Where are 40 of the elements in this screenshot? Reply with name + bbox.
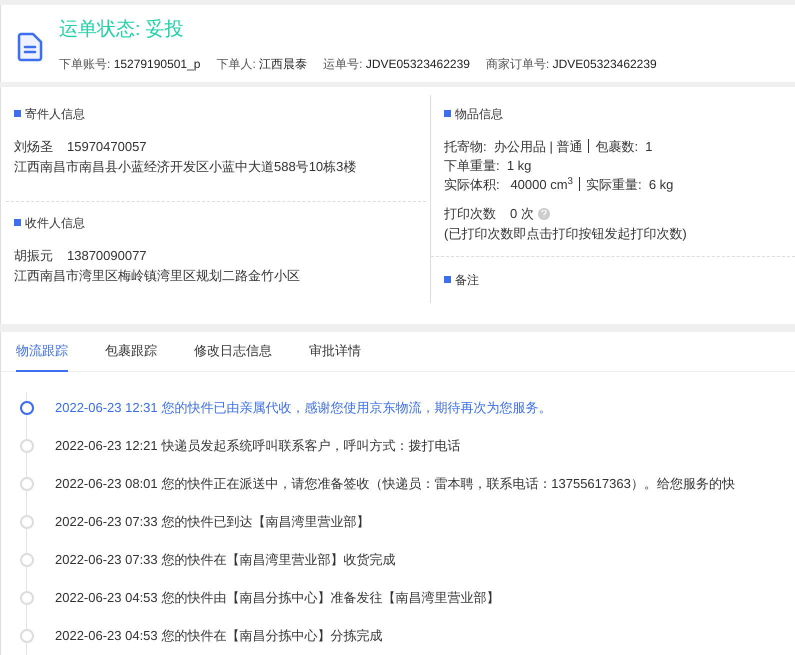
tracking-event: 2022-06-23 04:53 您的快件由【南昌分拣中心】准备发往【南昌湾里营业部】 bbox=[55, 589, 500, 608]
address: 江西南昌市湾里区梅岭镇湾里区规划二路金竹小区 bbox=[14, 266, 301, 285]
print-note: (已打印次数即点击打印按钮发起打印次数) bbox=[444, 224, 688, 243]
section-title: 备注 bbox=[455, 272, 479, 289]
goods-detail: 实际体积: 40000 cm$^{3}$ bbox=[444, 174, 573, 194]
tab[interactable]: 修改日志信息 bbox=[194, 332, 272, 372]
tracking-event: 2022-06-23 08:01 您的快件正在派送中，请您准备签收（快递员：雷本聘，联系电话：13755617363）。给您服务的快 bbox=[55, 475, 735, 494]
section-title: 物品信息 bbox=[455, 106, 503, 123]
section-marker-icon bbox=[444, 276, 451, 284]
meta-field: 下单人: 江西晨泰 bbox=[216, 55, 308, 73]
tracking-event: 2022-06-23 12:31 您的快件已由亲属代收，感谢您使用京东物流，期待再次为您服务。 bbox=[55, 399, 552, 418]
goods-detail: 下单重量: 1 kg bbox=[444, 156, 532, 175]
goods-detail: 包裹数: 1 bbox=[595, 138, 653, 156]
tracking-event: 2022-06-23 07:33 您的快件已到达【南昌湾里营业部】 bbox=[55, 513, 370, 532]
goods-detail: 托寄物: 办公用品 | 普通 bbox=[444, 138, 582, 156]
document-icon bbox=[17, 32, 45, 62]
section-title: 收件人信息 bbox=[25, 214, 85, 232]
meta-field: 下单账号: 15279190501_p bbox=[59, 55, 200, 73]
tracking-event: 2022-06-23 04:53 您的快件在【南昌分拣中心】分拣完成 bbox=[55, 627, 382, 646]
phone-number: 15970470057 bbox=[67, 138, 147, 156]
tab[interactable]: 物流跟踪 bbox=[16, 332, 68, 372]
goods-detail: 实际重量: 6 kg bbox=[586, 176, 674, 194]
section-title: 寄件人信息 bbox=[25, 106, 85, 123]
section-marker-icon bbox=[444, 110, 451, 118]
section-marker-icon bbox=[14, 110, 21, 118]
tab[interactable]: 审批详情 bbox=[309, 332, 361, 372]
meta-field: 运单号: JDVE05323462239 bbox=[323, 55, 470, 73]
phone-number: 13870090077 bbox=[67, 246, 147, 265]
help-icon[interactable] bbox=[538, 208, 550, 220]
tracking-event: 2022-06-23 12:21 快递员发起系统呼叫联系客户，呼叫方式：拨打电话 bbox=[55, 437, 460, 456]
person-name: 胡振元 bbox=[14, 246, 53, 265]
waybill-status: 运单状态: 妥投 bbox=[59, 18, 185, 42]
person-name: 刘炀圣 bbox=[14, 138, 53, 156]
tracking-event: 2022-06-23 07:33 您的快件在【南昌湾里营业部】收货完成 bbox=[55, 551, 396, 570]
print-count: 0 次 bbox=[510, 204, 534, 223]
print-count-label: 打印次数 bbox=[444, 204, 496, 223]
address: 江西南昌市南昌县小蓝经济开发区小蓝中大道588号10栋3楼 bbox=[14, 158, 358, 176]
tab[interactable]: 包裹跟踪 bbox=[105, 332, 157, 372]
meta-field: 商家订单号: JDVE05323462239 bbox=[486, 55, 657, 73]
section-marker-icon bbox=[14, 219, 21, 226]
